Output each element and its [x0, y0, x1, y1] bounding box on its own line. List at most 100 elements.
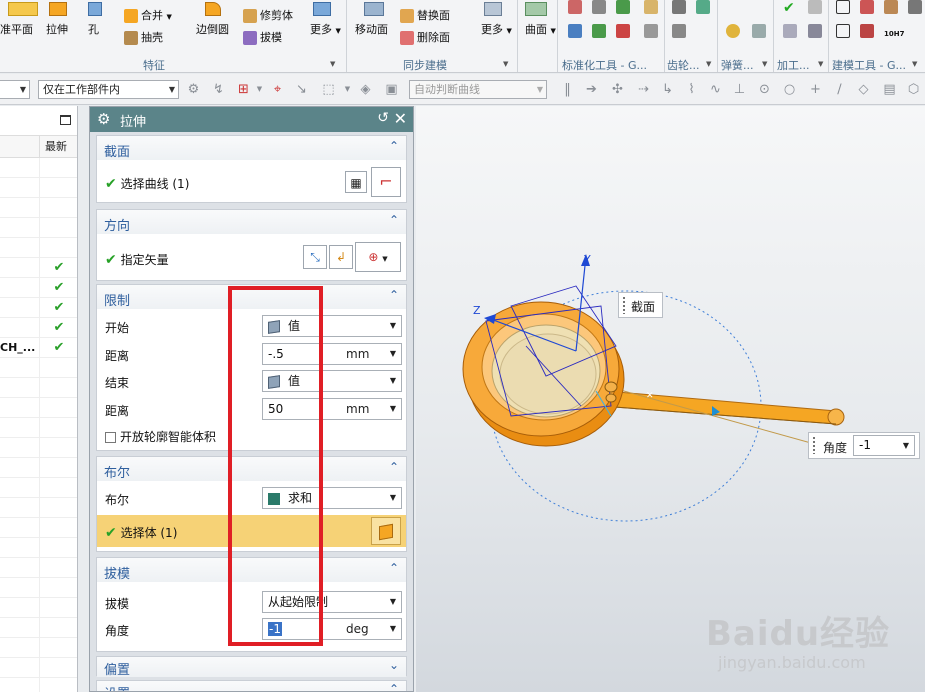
curve-tool-icon-12[interactable]: ∕ [832, 82, 847, 97]
standard-part-icon-3[interactable] [616, 0, 630, 14]
move-face-button[interactable]: 移动面 [355, 2, 388, 37]
navigator-row[interactable] [0, 598, 77, 618]
standard-part-icon-1[interactable] [568, 0, 582, 14]
modeling-tool-icon-2[interactable] [860, 0, 874, 14]
chevron-up-icon[interactable]: ⌃ [389, 460, 399, 474]
machining-icon-2[interactable] [808, 0, 822, 14]
chevron-up-icon[interactable]: ⌃ [389, 139, 399, 153]
chevron-up-icon[interactable]: ⌃ [389, 288, 399, 302]
direction-header[interactable]: 方向 ⌃ [97, 210, 406, 234]
curve-tool-icon-4[interactable]: ⇢ [636, 82, 651, 97]
navigator-row[interactable] [0, 678, 77, 692]
navigator-row[interactable]: ✔ [0, 258, 77, 278]
navigator-row[interactable] [0, 398, 77, 418]
point-snap-icon[interactable]: ⊞ [236, 82, 251, 97]
standard-part-icon-8[interactable] [644, 24, 658, 38]
select-curve-row[interactable]: ✔ 选择曲线 (1) ▦ ⌐ [97, 167, 406, 197]
chevron-up-icon[interactable]: ⌃ [389, 213, 399, 227]
navigator-row[interactable] [0, 578, 77, 598]
machining-icon-4[interactable] [808, 24, 822, 38]
settings-header[interactable]: 设置 ⌃ [97, 681, 406, 691]
standard-part-icon-6[interactable] [616, 24, 630, 38]
navigator-row[interactable] [0, 178, 77, 198]
navigator-row[interactable] [0, 358, 77, 378]
navigator-row[interactable] [0, 478, 77, 498]
navigator-row[interactable] [0, 618, 77, 638]
curve-tool-icon-9[interactable]: ⊙ [757, 82, 772, 97]
standard-part-icon-2[interactable] [592, 0, 606, 14]
vector-type-dropdown[interactable]: ⊕ ▼ [355, 242, 401, 272]
more-sync-button[interactable]: 更多 ▼ [481, 2, 512, 37]
curve-tool-icon-11[interactable]: + [808, 82, 823, 97]
end-unit-dropdown[interactable]: mm ▼ [322, 398, 402, 420]
more-feature-button[interactable]: 更多 ▼ [310, 2, 341, 37]
navigator-row[interactable] [0, 518, 77, 538]
sketch-section-icon[interactable]: ▦ [345, 171, 367, 193]
delete-face-button[interactable]: 删除面 [400, 29, 450, 45]
select-body-cube-icon[interactable] [371, 517, 401, 545]
modeling-tool-icon-5[interactable] [836, 24, 850, 38]
curve-tool-icon-5[interactable]: ↳ [660, 82, 675, 97]
navigator-row[interactable] [0, 438, 77, 458]
snap-icon-2[interactable]: ↯ [211, 82, 226, 97]
type-filter-dropdown[interactable]: ▼ [0, 80, 30, 99]
specify-vector-row[interactable]: ✔ 指定矢量 ⤡ ↲ ⊕ ▼ [97, 242, 406, 272]
scope-filter-dropdown[interactable]: 仅在工作部件内 ▼ [38, 80, 179, 99]
snap-icon-4[interactable]: ↘ [294, 82, 309, 97]
machining-check-icon[interactable]: ✔ [783, 0, 797, 16]
curve-tool-icon-6[interactable]: ⌇ [684, 82, 699, 97]
standard-part-icon-4[interactable] [568, 24, 582, 38]
select-dropdown-icon[interactable]: ▼ [340, 82, 355, 97]
curve-tool-icon-10[interactable]: ○ [782, 82, 797, 97]
curve-rule-dropdown[interactable]: 自动判断曲线 ▼ [409, 80, 547, 99]
edge-blend-button[interactable]: 边倒圆 [196, 2, 229, 37]
reset-icon[interactable]: ↺ [377, 110, 389, 126]
column-latest-header[interactable]: 最新 [39, 136, 77, 158]
navigator-row[interactable] [0, 558, 77, 578]
select-face-icon[interactable]: ▣ [384, 82, 399, 97]
group-sync-expand-icon[interactable]: ▼ [503, 60, 508, 68]
extrude-button[interactable]: 拉伸 [46, 2, 68, 37]
curve-tool-icon-2[interactable]: ➔ [584, 82, 599, 97]
snap-icon-3[interactable]: ⌖ [270, 82, 285, 97]
draft-button[interactable]: 拔模 [243, 29, 282, 45]
navigator-row[interactable] [0, 238, 77, 258]
model-view[interactable]: Y Z ✕ [416, 106, 925, 692]
chevron-up-icon[interactable]: ⌃ [389, 682, 399, 691]
gear-icon[interactable]: ⚙ [97, 110, 110, 128]
gear-tool-icon-3[interactable] [672, 24, 686, 38]
section-header[interactable]: 截面 ⌃ [97, 136, 406, 160]
curve-select-icon[interactable]: ⌐ [371, 167, 401, 197]
surface-button[interactable]: 曲面 ▼ [525, 2, 556, 37]
close-icon[interactable]: ✕ [394, 109, 407, 128]
open-profile-checkbox[interactable] [105, 432, 116, 443]
shell-button[interactable]: 抽壳 [124, 29, 163, 45]
angle-unit-dropdown[interactable]: deg ▼ [322, 618, 402, 640]
datum-plane-button[interactable]: 准平面 [0, 2, 38, 37]
navigator-row[interactable] [0, 658, 77, 678]
modeling-tool-icon-1[interactable] [836, 0, 850, 14]
unite-button[interactable]: 合并 ▼ [124, 7, 172, 23]
tolerance-10h7-icon[interactable]: 10H7 [884, 30, 904, 38]
curve-tool-icon-8[interactable]: ⊥ [732, 82, 747, 97]
navigator-row[interactable] [0, 498, 77, 518]
spring-tool-icon-2[interactable] [752, 24, 766, 38]
group-machining-expand-icon[interactable]: ▼ [818, 60, 823, 68]
chevron-up-icon[interactable]: ⌃ [389, 561, 399, 575]
group-modeling-expand-icon[interactable]: ▼ [912, 60, 917, 68]
navigator-row[interactable] [0, 218, 77, 238]
navigator-row[interactable]: CH_... ✔ [0, 338, 77, 358]
curve-tool-icon-3[interactable]: ✣ [610, 82, 625, 97]
modeling-tool-icon-3[interactable] [884, 0, 898, 14]
curve-tool-icon-7[interactable]: ∿ [708, 82, 723, 97]
chevron-down-icon[interactable]: ⌄ [389, 658, 399, 672]
angle-callout-input[interactable]: -1 ▼ [853, 435, 915, 456]
navigator-row[interactable] [0, 458, 77, 478]
group-spring-expand-icon[interactable]: ▼ [762, 60, 767, 68]
curve-tool-icon-1[interactable]: ‖ [560, 82, 575, 97]
navigator-row[interactable]: ✔ [0, 298, 77, 318]
reverse-direction-icon[interactable]: ⤡ [303, 245, 327, 269]
trim-body-button[interactable]: 修剪体 [243, 7, 293, 23]
navigator-row[interactable] [0, 418, 77, 438]
machining-icon-3[interactable] [783, 24, 797, 38]
